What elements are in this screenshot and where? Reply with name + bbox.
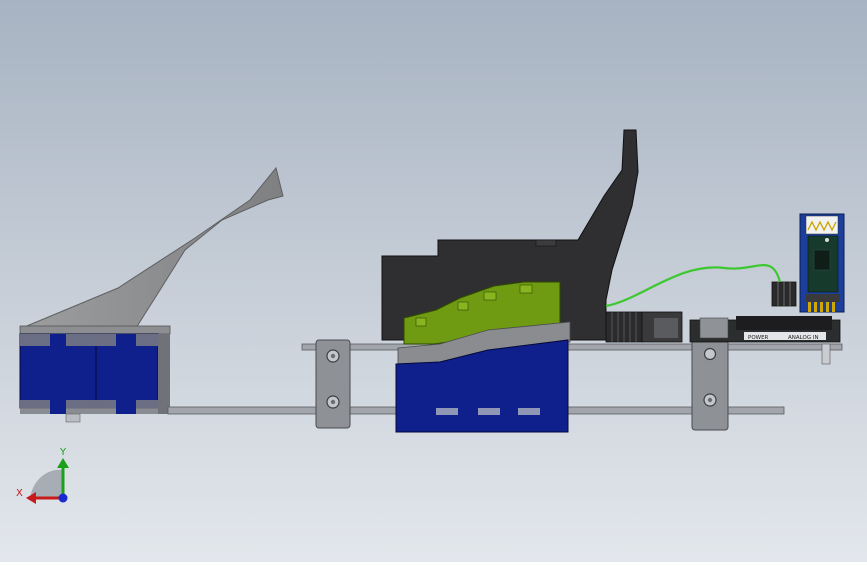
blue-slot-2 [478, 408, 500, 415]
assembly-drawing: POWER ANALOG IN Y X [0, 0, 867, 562]
green-tab-4 [519, 284, 533, 294]
block-notch-4 [116, 400, 136, 414]
block-notch-2 [116, 334, 136, 346]
block-notch-3 [50, 400, 66, 414]
blue-slot-3 [518, 408, 540, 415]
power-label: POWER [748, 335, 769, 341]
bt-chip [813, 249, 831, 271]
bracket-bolt-top-right [703, 347, 717, 361]
green-tab-2 [457, 301, 469, 311]
upper-rail [301, 343, 843, 351]
block-side-strip [158, 334, 170, 414]
usb-jack [699, 317, 729, 339]
bt-led [825, 238, 829, 242]
cad-viewport[interactable]: POWER ANALOG IN Y X [0, 0, 867, 562]
block-notch-1 [50, 334, 66, 346]
housing-top-tab [535, 239, 557, 247]
bolt-hole [330, 353, 336, 359]
bt-pin-row [806, 294, 840, 302]
block-bottom-band [20, 400, 170, 414]
blue-slot-1 [436, 408, 458, 415]
bluetooth-module [799, 213, 845, 313]
y-axis-label: Y [59, 447, 67, 458]
header-block [736, 316, 832, 330]
arm-base-plate [19, 325, 171, 335]
green-tab-3 [483, 291, 497, 301]
servo-cap [654, 318, 678, 338]
right-bracket [691, 339, 729, 431]
analog-in-label: ANALOG IN [788, 335, 819, 341]
bolt-hole [707, 397, 713, 403]
green-tab-1 [415, 317, 427, 327]
foot-pin [65, 413, 81, 423]
left-bracket [315, 339, 351, 429]
board-post [821, 343, 831, 365]
block-top-band [20, 334, 170, 346]
x-axis-label: X [16, 488, 23, 499]
bolt-hole [330, 399, 336, 405]
z-axis-origin [58, 493, 68, 503]
